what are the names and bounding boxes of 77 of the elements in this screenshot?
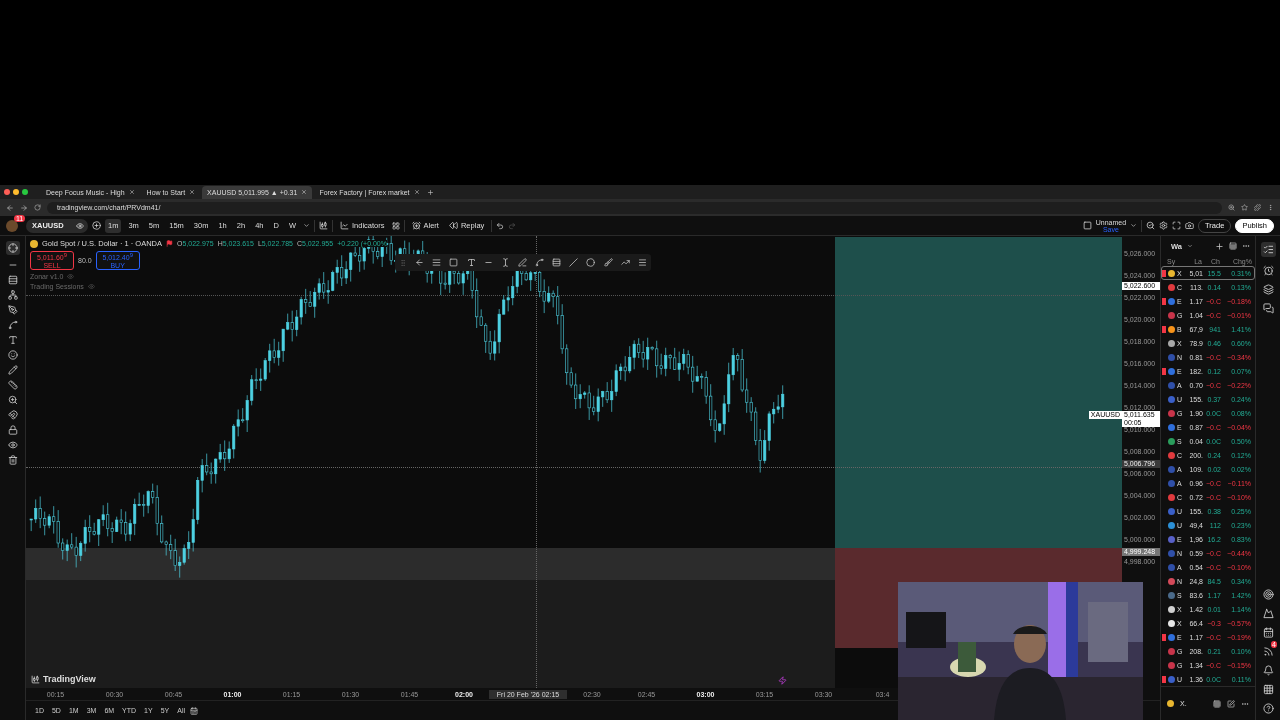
new-tab-icon[interactable] bbox=[426, 188, 434, 196]
calendar-icon[interactable] bbox=[1262, 627, 1274, 638]
settings-icon[interactable] bbox=[1159, 221, 1169, 230]
edit-icon[interactable] bbox=[1227, 699, 1235, 708]
zoom-in-icon[interactable] bbox=[7, 395, 18, 405]
minimize-window-icon[interactable] bbox=[13, 189, 19, 195]
help-icon[interactable] bbox=[1262, 703, 1274, 714]
close-window-icon[interactable] bbox=[4, 189, 10, 195]
pen-tool-icon[interactable] bbox=[7, 305, 18, 315]
pen-icon[interactable] bbox=[517, 258, 527, 267]
rows-icon[interactable] bbox=[552, 258, 562, 267]
rewind-icon bbox=[448, 221, 458, 230]
smiley-icon[interactable] bbox=[7, 350, 18, 360]
indicators-icon bbox=[340, 221, 349, 230]
arrow-icon[interactable] bbox=[415, 258, 425, 267]
flag-icon[interactable] bbox=[166, 240, 174, 247]
quick-search-icon[interactable] bbox=[1146, 221, 1156, 230]
camera-icon[interactable] bbox=[1185, 221, 1195, 230]
mountain-icon[interactable] bbox=[1262, 608, 1274, 619]
text-tool-icon[interactable] bbox=[7, 335, 18, 345]
chart-type-icon[interactable] bbox=[319, 221, 328, 230]
curve-icon[interactable] bbox=[535, 258, 545, 267]
brand-name: TradingView bbox=[43, 674, 96, 684]
chevron-icon[interactable] bbox=[1130, 222, 1138, 229]
calendar-icon[interactable] bbox=[190, 706, 198, 715]
back-icon[interactable] bbox=[6, 203, 14, 212]
compare-icon[interactable] bbox=[92, 221, 101, 230]
layout-icon[interactable] bbox=[1082, 221, 1092, 230]
trash-icon[interactable] bbox=[7, 455, 18, 465]
trend-icon[interactable] bbox=[620, 258, 630, 267]
close-icon[interactable] bbox=[189, 189, 196, 195]
close-icon[interactable] bbox=[128, 189, 135, 195]
layers-icon[interactable] bbox=[1262, 284, 1274, 295]
curve-tool-icon[interactable] bbox=[7, 320, 18, 330]
crosshair-tool-icon[interactable] bbox=[5, 241, 20, 255]
fullscreen-icon[interactable] bbox=[1172, 221, 1182, 230]
maximize-window-icon[interactable] bbox=[22, 189, 28, 195]
bell-icon[interactable] bbox=[1262, 665, 1274, 676]
watchlist-icon[interactable] bbox=[1260, 242, 1276, 257]
alarm-clock-icon[interactable] bbox=[1262, 265, 1274, 276]
extensions-icon[interactable] bbox=[1254, 204, 1261, 211]
circle-icon[interactable] bbox=[586, 258, 596, 267]
chevron-icon[interactable] bbox=[1187, 243, 1193, 249]
coin-icon bbox=[30, 239, 38, 248]
logo-icon bbox=[31, 674, 40, 684]
text-icon[interactable] bbox=[466, 258, 476, 267]
templates-icon[interactable] bbox=[391, 221, 400, 230]
pencil-icon[interactable] bbox=[7, 365, 18, 375]
lock-icon[interactable] bbox=[7, 425, 18, 435]
lines-icon[interactable] bbox=[432, 258, 442, 267]
menu-icon[interactable] bbox=[637, 258, 647, 267]
alarm-clock-icon bbox=[411, 221, 421, 230]
add-icon[interactable] bbox=[1215, 241, 1224, 251]
brush-icon[interactable] bbox=[603, 258, 613, 267]
more-icon[interactable] bbox=[1242, 242, 1250, 250]
reload-icon[interactable] bbox=[34, 204, 41, 211]
close-icon[interactable] bbox=[301, 189, 308, 195]
rectangle-icon[interactable] bbox=[449, 258, 459, 267]
fib-tool-icon[interactable] bbox=[7, 275, 18, 285]
ruler-icon[interactable] bbox=[7, 380, 18, 390]
undo-icon[interactable] bbox=[496, 221, 505, 230]
feed-icon[interactable] bbox=[1262, 646, 1274, 657]
close-icon[interactable] bbox=[413, 189, 420, 195]
cursor-icon[interactable] bbox=[500, 258, 510, 267]
pattern-tool-icon[interactable] bbox=[7, 290, 18, 300]
target-icon[interactable] bbox=[1262, 589, 1274, 600]
slash-icon[interactable] bbox=[569, 258, 579, 267]
magnet-icon[interactable] bbox=[7, 410, 18, 420]
apps-icon[interactable] bbox=[1262, 684, 1274, 695]
symbol-icon bbox=[1167, 700, 1174, 707]
bookmark-icon[interactable] bbox=[1241, 204, 1248, 211]
drag-handle-icon[interactable] bbox=[399, 258, 408, 267]
chevron-icon[interactable] bbox=[303, 222, 310, 229]
avatar[interactable] bbox=[6, 219, 18, 232]
chat-icon[interactable] bbox=[1262, 303, 1274, 314]
forward-icon[interactable] bbox=[20, 203, 28, 212]
zoom-icon[interactable] bbox=[1228, 204, 1235, 211]
